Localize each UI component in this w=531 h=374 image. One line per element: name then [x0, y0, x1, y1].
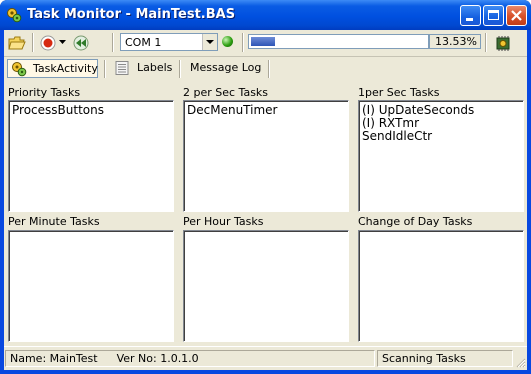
- client-area: COM 1 13.53% TaskActivity Labels Message…: [4, 30, 527, 370]
- task-progress-bar: [248, 34, 429, 49]
- chevron-down-icon[interactable]: [202, 34, 217, 50]
- toolbar: COM 1 13.53%: [4, 30, 527, 57]
- tab-bar: TaskActivity Labels Message Log: [4, 57, 527, 81]
- status-info: Name: MainTest Ver No: 1.0.1.0: [5, 350, 375, 367]
- resize-grip-icon[interactable]: [514, 356, 526, 368]
- tab-label: Labels: [137, 61, 173, 74]
- status-name: Name: MainTest: [10, 352, 98, 365]
- panel-label-2persec: 2 per Sec Tasks: [183, 86, 269, 99]
- list-item[interactable]: DecMenuTimer: [187, 104, 345, 117]
- toolbar-separator: [32, 33, 34, 52]
- status-version: Ver No: 1.0.1.0: [116, 352, 199, 365]
- com-port-value: COM 1: [125, 36, 162, 49]
- toolbar-separator: [242, 33, 244, 52]
- priority-tasks-list[interactable]: ProcessButtons: [8, 100, 174, 212]
- list-item[interactable]: SendIdleCtr: [362, 130, 520, 143]
- panel-label-priority: Priority Tasks: [8, 86, 81, 99]
- title-bar[interactable]: Task Monitor - MainTest.BAS: [0, 0, 531, 30]
- two-per-sec-tasks-list[interactable]: DecMenuTimer: [183, 100, 349, 212]
- change-of-day-tasks-list[interactable]: [358, 230, 524, 342]
- tab-separator: [268, 60, 270, 78]
- app-window: Task Monitor - MainTest.BAS COM 1 13.53%…: [0, 0, 531, 374]
- tab-labels[interactable]: Labels: [112, 59, 176, 78]
- tab-separator: [104, 60, 106, 78]
- maximize-button[interactable]: [483, 5, 504, 26]
- stop-record-icon[interactable]: [39, 34, 57, 52]
- panel-label-per-hour: Per Hour Tasks: [183, 215, 264, 228]
- close-button[interactable]: [506, 5, 527, 26]
- status-bar: Name: MainTest Ver No: 1.0.1.0 Scanning …: [4, 346, 527, 369]
- gear-chip-icon[interactable]: [494, 34, 512, 52]
- tab-message-log[interactable]: Message Log: [185, 59, 265, 78]
- window-frame: [527, 30, 531, 374]
- com-port-select[interactable]: COM 1: [120, 33, 218, 51]
- status-state: Scanning Tasks: [377, 350, 513, 367]
- gears-app-icon: [7, 8, 22, 23]
- panel-label-change-of-day: Change of Day Tasks: [358, 215, 473, 228]
- tab-taskactivity[interactable]: TaskActivity: [7, 59, 98, 78]
- minimize-button[interactable]: [460, 5, 481, 26]
- tab-label: TaskActivity: [33, 62, 98, 75]
- per-minute-tasks-list[interactable]: [8, 230, 174, 342]
- progress-fill: [251, 37, 275, 46]
- panel-label-1persec: 1per Sec Tasks: [358, 86, 440, 99]
- window-frame: [0, 370, 531, 374]
- toolbar-separator: [485, 33, 487, 52]
- tab-separator: [179, 60, 181, 78]
- green-led-icon: [222, 36, 233, 47]
- folder-open-icon[interactable]: [8, 34, 26, 52]
- list-item[interactable]: ProcessButtons: [12, 104, 170, 117]
- progress-percent: 13.53%: [429, 34, 481, 49]
- gears-icon: [12, 62, 27, 77]
- tab-label: Message Log: [190, 61, 262, 74]
- per-hour-tasks-list[interactable]: [183, 230, 349, 342]
- window-title: Task Monitor - MainTest.BAS: [27, 7, 236, 22]
- rewind-icon[interactable]: [72, 34, 90, 52]
- chevron-down-icon[interactable]: [59, 40, 66, 45]
- window-frame: [0, 30, 4, 374]
- panel-label-per-minute: Per Minute Tasks: [8, 215, 100, 228]
- one-per-sec-tasks-list[interactable]: (I) UpDateSeconds (I) RXTmr SendIdleCtr: [358, 100, 524, 212]
- document-list-icon: [115, 61, 129, 75]
- toolbar-separator: [112, 33, 114, 52]
